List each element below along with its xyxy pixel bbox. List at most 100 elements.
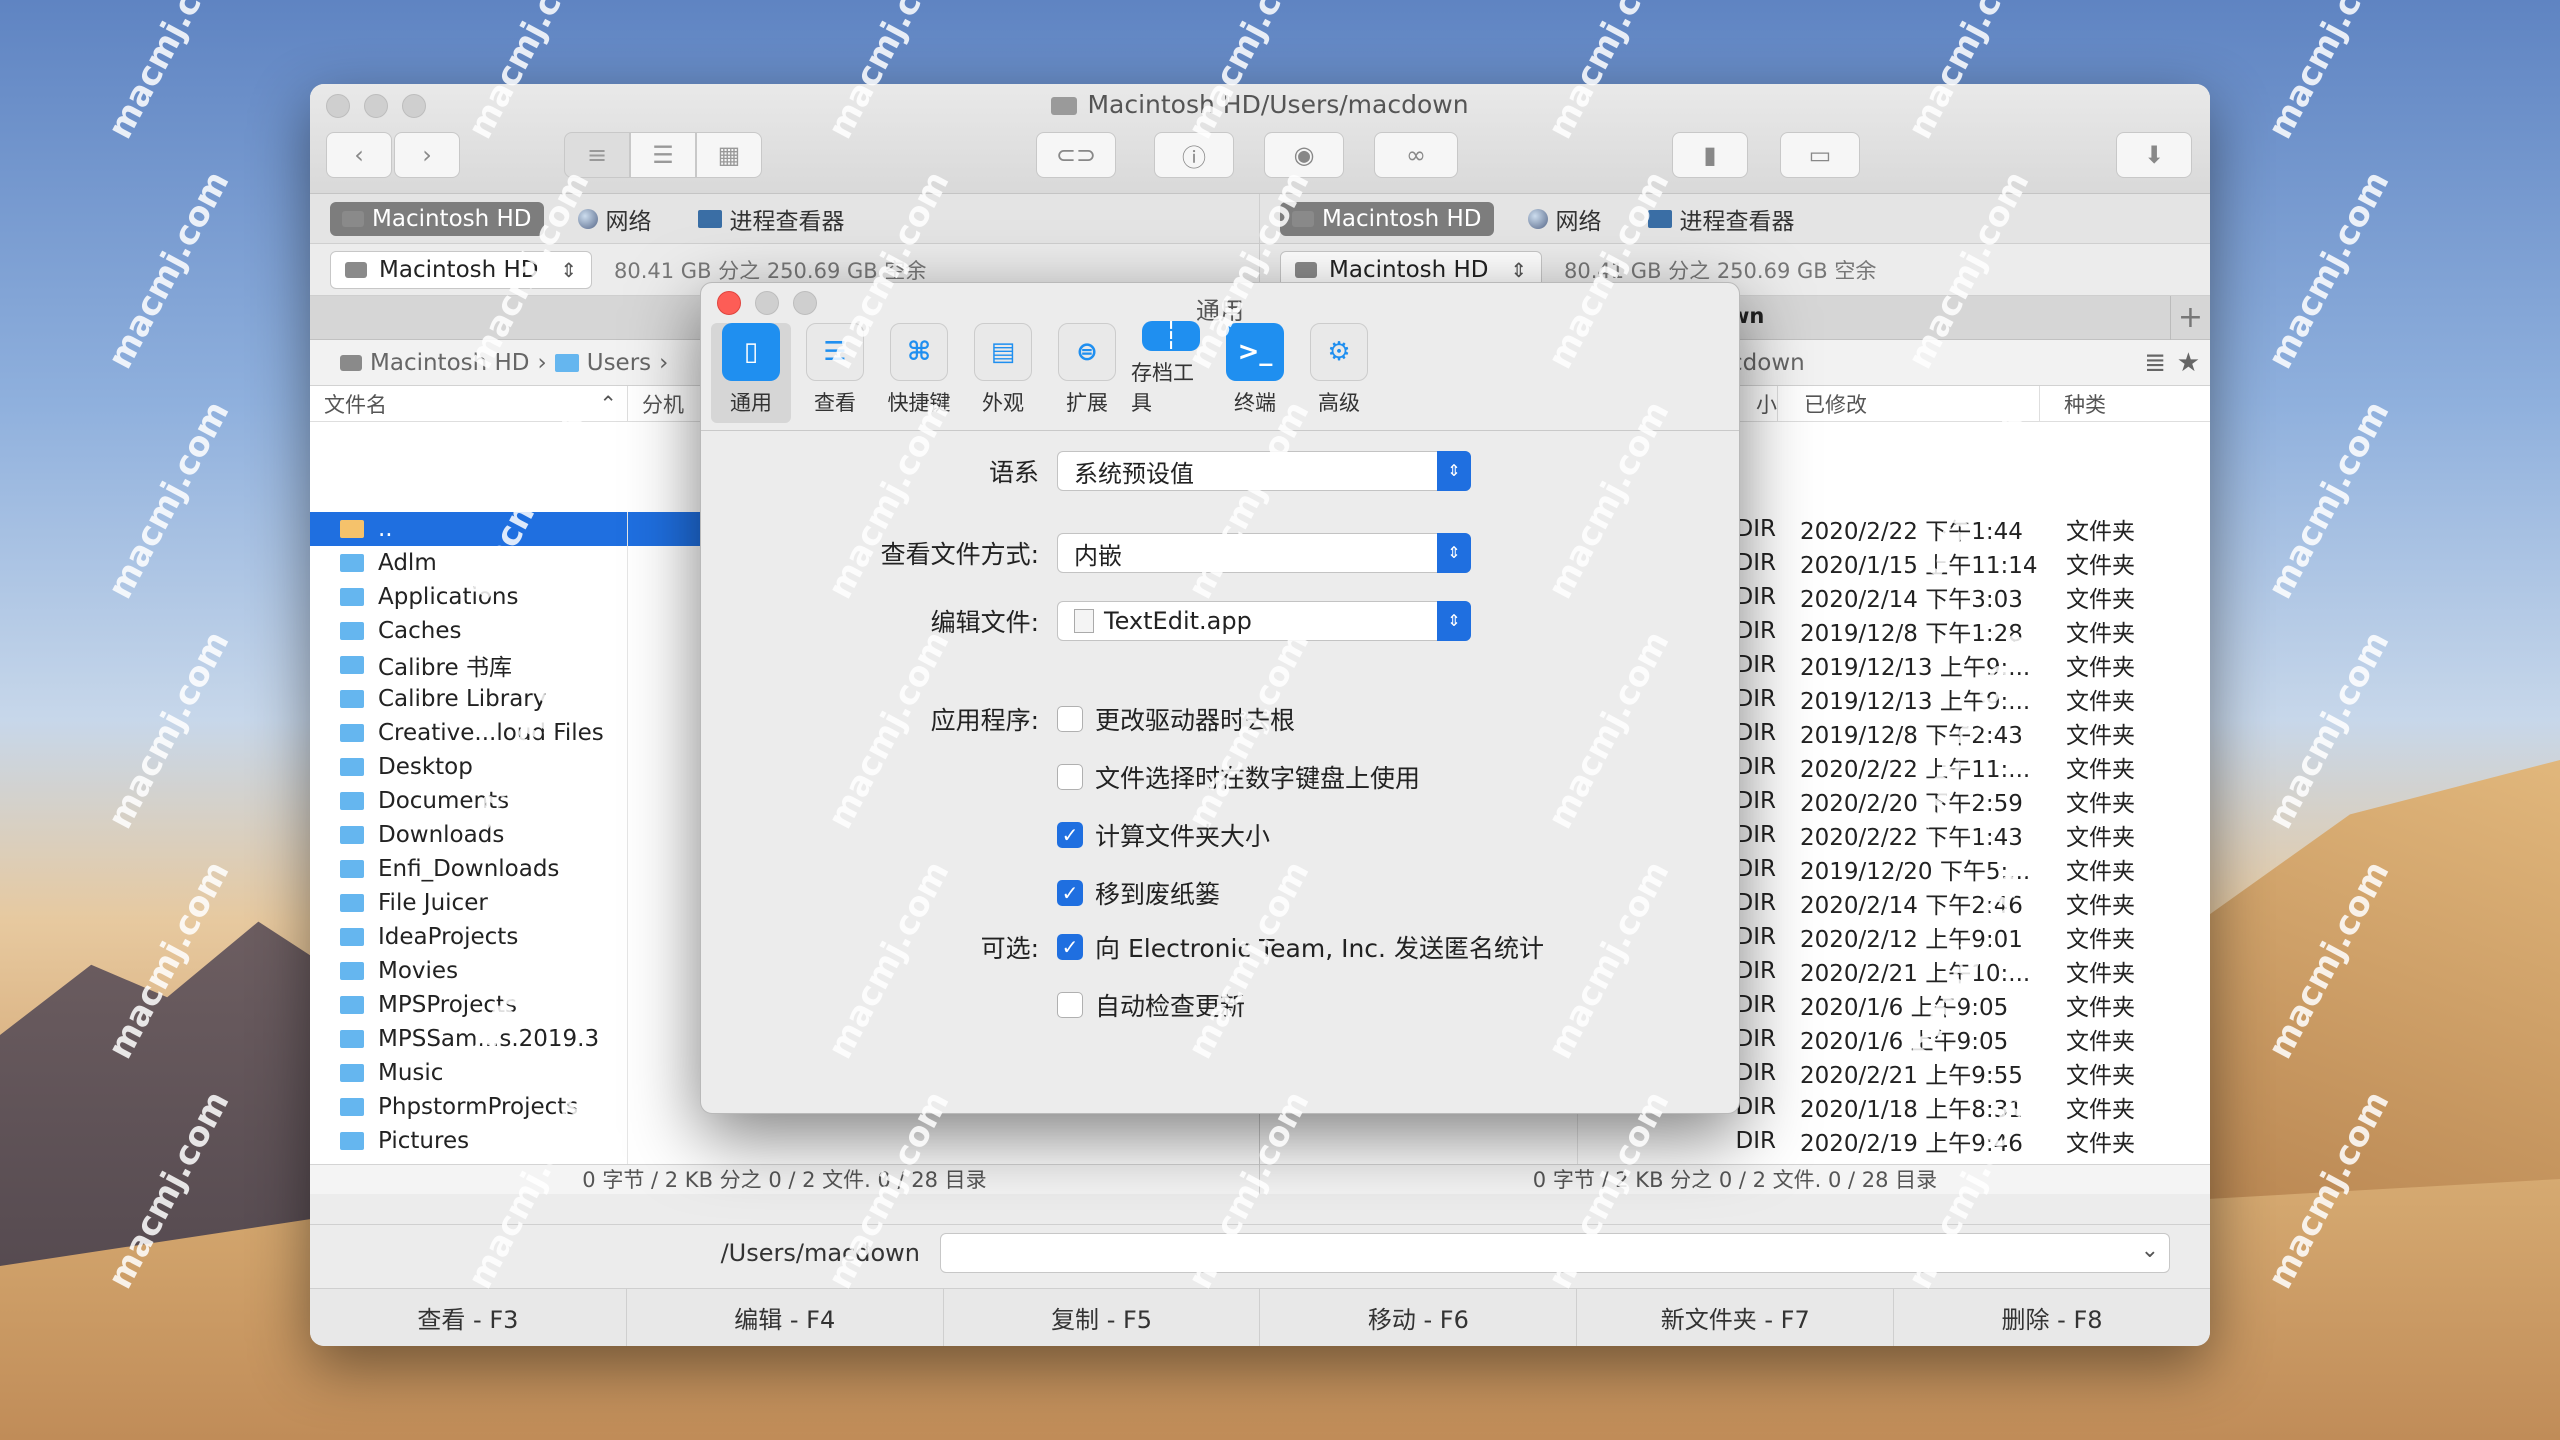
download-button[interactable]: ⬇ — [2116, 132, 2192, 178]
checkbox[interactable]: ✓ — [1057, 822, 1083, 848]
kind-cell: 文件夹 — [2066, 1063, 2135, 1089]
pref-tab-archive[interactable]: ┆ 存档工具 — [1131, 321, 1211, 423]
pref-tab-extension[interactable]: ⊜ 扩展 — [1047, 323, 1127, 423]
preferences-dialog: 通用 ▯ 通用 ☰ 查看 ⌘ 快捷键 ▤ 外观 ⊜ 扩展 ┆ 存档工具 >_ 终端 ⚙ 高级 语系 系统预设值… — [700, 282, 1740, 1114]
new-folder-f7-button[interactable]: 新文件夹 - F7 — [1577, 1289, 1895, 1346]
language-label: 语系 — [988, 458, 1039, 487]
view-mode-segmented[interactable]: ≡ ☰ ▦ — [564, 132, 762, 178]
language-select[interactable]: 系统预设值 ⇕ — [1057, 451, 1471, 491]
table-row[interactable]: DIR 2020/2/19 上午9:46 文件夹 — [1260, 1124, 2210, 1158]
forward-button[interactable]: › — [394, 132, 460, 178]
ext-cell — [628, 580, 708, 614]
device-tab-process-viewer[interactable]: 进程查看器 — [686, 198, 857, 240]
chevron-down-icon[interactable]: ⌄ — [2141, 1238, 2159, 1263]
star-icon[interactable]: ★ — [2177, 348, 2200, 378]
col-name[interactable]: 文件名 ⌃ — [310, 386, 628, 421]
ext-cell — [628, 546, 708, 580]
checkbox[interactable]: ✓ — [1057, 934, 1083, 960]
col-modified[interactable]: 已修改 — [1778, 386, 2040, 421]
pref-tab-gear[interactable]: ⚙ 高级 — [1299, 323, 1379, 423]
folder-icon — [340, 894, 364, 912]
monitor-icon — [697, 209, 722, 228]
add-tab-icon[interactable]: + — [2170, 296, 2210, 340]
name-cell: File Juicer — [310, 886, 628, 920]
checkbox[interactable] — [1057, 992, 1083, 1018]
device-tab-macintosh-hd[interactable]: Macintosh HD — [1280, 201, 1494, 236]
pref-tab-label: 通用 — [730, 391, 772, 415]
toggle-hidden-button[interactable]: ⊂⊃ — [1036, 132, 1116, 178]
volume-info: 80.41 GB 分之 250.69 GB 空余 — [614, 258, 927, 283]
volume-name: Macintosh HD — [379, 256, 539, 283]
date-cell: 2020/1/6 上午9:05 — [1800, 1029, 2009, 1055]
checkbox-option[interactable]: ✓ 移到废纸篓 — [1057, 875, 1420, 911]
watermark-text: macmj.com — [2260, 164, 2398, 376]
device-tab-macintosh-hd[interactable]: Macintosh HD — [330, 201, 544, 236]
list-view-icon[interactable]: ≡ — [564, 132, 630, 178]
kind-cell: 文件夹 — [2066, 655, 2135, 681]
device-tab-network[interactable]: 网络 — [1516, 198, 1614, 240]
breadcrumb-item[interactable]: Macintosh HD — [370, 350, 530, 376]
name-cell: Adlm — [310, 546, 628, 580]
list-menu-icon[interactable]: ≣ — [2144, 348, 2166, 378]
checkbox-option[interactable]: ✓ 向 Electronic Team, Inc. 发送匿名统计 — [1057, 929, 1544, 965]
share-button[interactable]: ▭ — [1780, 132, 1860, 178]
table-row[interactable]: Pictures — [310, 1124, 1259, 1158]
viewmode-select[interactable]: 内嵌 ⇕ — [1057, 533, 1471, 573]
checkbox[interactable] — [1057, 706, 1083, 732]
info-button[interactable]: ⓘ — [1154, 132, 1234, 178]
checkbox-option[interactable]: 文件选择时在数字键盘上使用 — [1057, 759, 1420, 795]
pref-tab-shortcut[interactable]: ⌘ 快捷键 — [879, 323, 959, 423]
folder-icon — [340, 996, 364, 1014]
appearance-icon: ▤ — [974, 323, 1032, 381]
folder-icon — [554, 353, 579, 372]
command-input[interactable]: ⌄ — [940, 1232, 2170, 1273]
detail-view-icon[interactable]: ☰ — [630, 132, 696, 178]
col-ext[interactable]: 分机 — [628, 386, 708, 421]
delete-f8-button[interactable]: 删除 - F8 — [1894, 1289, 2210, 1346]
archive-button[interactable]: ▮ — [1672, 132, 1748, 178]
viewmode-row: 查看文件方式: 内嵌 ⇕ — [701, 533, 1739, 573]
application-row: 应用程序: 更改驱动器时去根 文件选择时在数字键盘上使用 ✓ 计算文件夹大小 ✓ 移到废纸… — [701, 701, 1739, 933]
edit-f4-button[interactable]: 编辑 - F4 — [627, 1289, 944, 1346]
name-cell: Desktop — [310, 750, 628, 784]
volume-select[interactable]: Macintosh HD ⇕ — [330, 250, 592, 289]
editor-select[interactable]: TextEdit.app ⇕ — [1057, 601, 1471, 641]
monitor-icon — [1647, 209, 1672, 228]
name-cell: Applications — [310, 580, 628, 614]
grid-view-icon[interactable]: ▦ — [696, 132, 762, 178]
checkbox-option[interactable]: 更改驱动器时去根 — [1057, 701, 1420, 737]
checkbox[interactable] — [1057, 764, 1083, 790]
device-tab-process-viewer[interactable]: 进程查看器 — [1636, 198, 1807, 240]
date-cell: 2019/12/8 下午1:28 — [1800, 621, 2023, 647]
command-bar: /Users/macdown ⌄ — [310, 1224, 2210, 1280]
extension-icon: ⊜ — [1058, 323, 1116, 381]
pref-tab-view[interactable]: ☰ 查看 — [795, 323, 875, 423]
folder-icon — [340, 1098, 364, 1116]
view-f3-button[interactable]: 查看 - F3 — [310, 1289, 627, 1346]
quicklook-button[interactable]: ◉ — [1264, 132, 1344, 178]
folder-icon — [340, 860, 364, 878]
monitor-icon: ▭ — [1808, 141, 1832, 169]
back-button[interactable]: ‹ — [326, 132, 392, 178]
disk-icon — [342, 210, 364, 227]
chevron-left-icon: ‹ — [354, 141, 364, 169]
checkbox-option[interactable]: 自动检查更新 — [1057, 987, 1544, 1023]
checkbox-option[interactable]: ✓ 计算文件夹大小 — [1057, 817, 1420, 853]
search-button[interactable]: ∞ — [1374, 132, 1458, 178]
breadcrumb-item[interactable]: cdown — [1730, 350, 1805, 376]
device-tab-network[interactable]: 网络 — [566, 198, 664, 240]
name-cell: PhpstormProjects — [310, 1090, 628, 1124]
breadcrumb-item[interactable]: Users — [587, 350, 651, 376]
col-kind[interactable]: 种类 — [2040, 386, 2106, 421]
copy-f5-button[interactable]: 复制 - F5 — [944, 1289, 1261, 1346]
folder-icon — [340, 792, 364, 810]
pref-tab-general[interactable]: ▯ 通用 — [711, 323, 791, 423]
editor-value: TextEdit.app — [1104, 607, 1252, 635]
pref-tab-terminal[interactable]: >_ 终端 — [1215, 323, 1295, 423]
move-f6-button[interactable]: 移动 - F6 — [1260, 1289, 1578, 1346]
titlebar: Macintosh HD/Users/macdown ‹ › ≡ ☰ ▦ ⊂⊃ … — [310, 84, 2210, 194]
kind-cell: 文件夹 — [2066, 689, 2135, 715]
pref-tab-appearance[interactable]: ▤ 外观 — [963, 323, 1043, 423]
ext-cell — [628, 920, 708, 954]
checkbox[interactable]: ✓ — [1057, 880, 1083, 906]
